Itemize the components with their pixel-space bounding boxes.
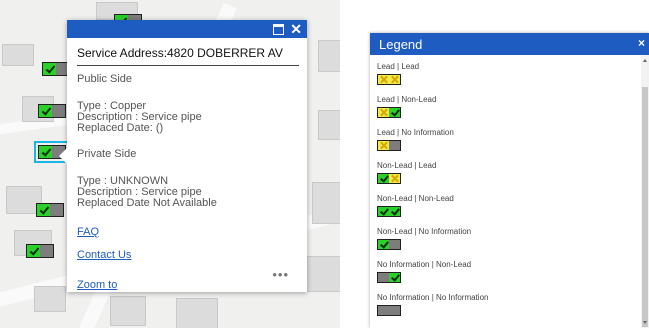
scroll-down-icon[interactable] [643, 321, 647, 324]
service-line-marker[interactable] [38, 104, 66, 118]
legend-item: Lead | Non-Lead [377, 95, 632, 128]
close-icon[interactable]: ✕ [290, 22, 302, 36]
legend-item-label: No Information | Non-Lead [377, 260, 472, 269]
zoom-to-link[interactable]: Zoom to [77, 280, 117, 291]
legend-close-icon[interactable]: × [638, 36, 645, 50]
nonlead-lead-swatch-icon [377, 173, 401, 184]
legend-item-label: No Information | No Information [377, 293, 489, 302]
legend-panel: Legend × Lead | Lead Lead | Non-Lead Lea… [370, 33, 649, 328]
more-options-button[interactable]: ••• [272, 267, 289, 282]
contact-us-link[interactable]: Contact Us [77, 250, 131, 261]
map-building [312, 182, 340, 224]
lead-nonlead-swatch-icon [377, 107, 401, 118]
popup-title: Service Address:4820 DOBERRER AV [77, 46, 299, 66]
public-side-heading: Public Side [77, 73, 133, 85]
map-building [318, 110, 340, 140]
nonlead-noinfo-swatch-icon [377, 239, 401, 250]
private-side-heading: Private Side [77, 148, 137, 160]
map-building [34, 286, 66, 312]
legend-title: Legend [379, 36, 423, 52]
faq-link[interactable]: FAQ [77, 227, 99, 238]
popup-titlebar: ✕ [67, 20, 307, 38]
map-building [110, 296, 146, 326]
lead-noinfo-swatch-icon [377, 140, 401, 151]
map-building [176, 298, 218, 328]
map-building [2, 44, 34, 66]
scrollbar-thumb[interactable] [642, 87, 648, 327]
legend-item: Non-Lead | Non-Lead [377, 194, 632, 227]
legend-item-label: Non-Lead | Non-Lead [377, 194, 454, 203]
legend-list: Lead | Lead Lead | Non-Lead Lead | No In… [377, 62, 632, 326]
legend-item: No Information | No Information [377, 293, 632, 326]
lead-lead-swatch-icon [377, 74, 401, 85]
legend-item: Lead | Lead [377, 62, 632, 95]
legend-scrollbar[interactable] [641, 55, 649, 328]
service-line-marker[interactable] [36, 203, 64, 217]
legend-header: Legend × [370, 33, 649, 55]
scroll-up-icon[interactable] [643, 59, 647, 62]
public-replaced-date: Replaced Date: () [77, 122, 164, 134]
noinfo-nonlead-swatch-icon [377, 272, 401, 283]
legend-item: Non-Lead | Lead [377, 161, 632, 194]
map-building [318, 40, 340, 72]
info-popup: ✕ Service Address:4820 DOBERRER AV Publi… [59, 20, 307, 292]
noinfo-noinfo-swatch-icon [377, 305, 401, 316]
map-building [306, 256, 340, 292]
legend-item: No Information | Non-Lead [377, 260, 632, 293]
private-replaced-date: Replaced Date Not Available [77, 197, 217, 209]
legend-item: Non-Lead | No Information [377, 227, 632, 260]
nonlead-nonlead-swatch-icon [377, 206, 401, 217]
popup-pointer [59, 148, 67, 164]
legend-item-label: Lead | No Information [377, 128, 454, 137]
legend-item-label: Lead | Non-Lead [377, 95, 437, 104]
legend-item-label: Lead | Lead [377, 62, 420, 71]
maximize-icon[interactable] [273, 23, 285, 35]
map-view[interactable]: ✕ Service Address:4820 DOBERRER AV Publi… [0, 0, 340, 328]
popup-body: Public Side Type : Copper Description : … [67, 74, 307, 291]
legend-item-label: Non-Lead | No Information [377, 227, 472, 236]
legend-item: Lead | No Information [377, 128, 632, 161]
service-line-marker[interactable] [26, 244, 54, 258]
legend-item-label: Non-Lead | Lead [377, 161, 437, 170]
service-line-marker[interactable] [42, 62, 70, 76]
